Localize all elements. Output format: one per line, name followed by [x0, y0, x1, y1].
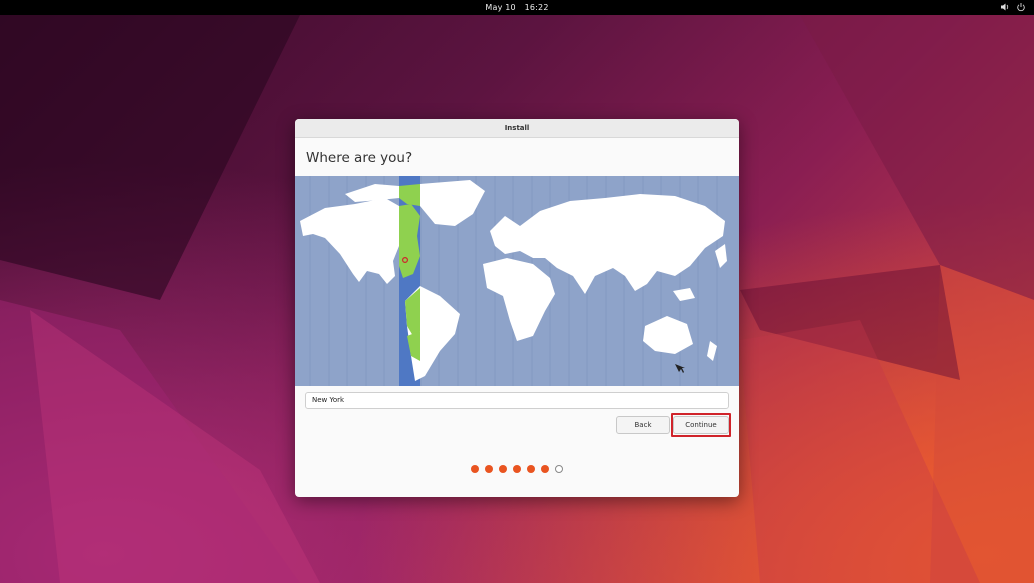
back-button[interactable]: Back	[616, 416, 670, 434]
progress-dots	[295, 465, 739, 473]
date-label: May 10	[485, 3, 516, 12]
progress-dot	[485, 465, 493, 473]
power-icon[interactable]	[1016, 2, 1026, 12]
page-title: Where are you?	[306, 150, 413, 166]
progress-dot	[541, 465, 549, 473]
progress-dot-empty	[555, 465, 563, 473]
system-tray[interactable]	[1000, 2, 1026, 12]
progress-dot	[471, 465, 479, 473]
clock[interactable]: May 10 16:22	[0, 3, 1034, 12]
time-label: 16:22	[524, 3, 549, 12]
window-title: Install	[295, 119, 739, 138]
location-input[interactable]: New York	[305, 392, 729, 409]
top-bar: May 10 16:22	[0, 0, 1034, 15]
progress-dot	[513, 465, 521, 473]
installer-window: Install Where are you? New York Back Con…	[295, 119, 739, 497]
progress-dot	[527, 465, 535, 473]
volume-icon[interactable]	[1000, 2, 1010, 12]
timezone-map[interactable]	[295, 176, 739, 386]
progress-dot	[499, 465, 507, 473]
continue-highlight-box	[671, 413, 731, 437]
